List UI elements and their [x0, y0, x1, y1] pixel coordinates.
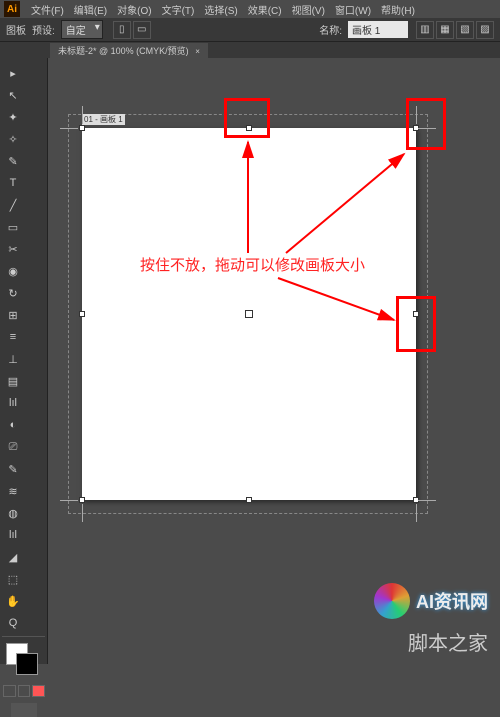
eyedropper-tool[interactable]: ✎	[3, 459, 23, 479]
menu-type[interactable]: 文字(T)	[157, 2, 200, 17]
menu-effect[interactable]: 效果(C)	[243, 2, 287, 17]
main-area: ▸ ↖ ✦ ✧ ✎ T ╱ ▭ ✂ ◉ ↻ ⊞ ≡ ⊥ ▤ lıl ◐ ⎚ ✎ …	[0, 58, 500, 664]
menu-object[interactable]: 对象(O)	[112, 2, 156, 17]
draw-inside-icon[interactable]	[32, 685, 45, 697]
type-tool[interactable]: T	[3, 173, 23, 193]
rotate-tool[interactable]: ↻	[3, 283, 23, 303]
options-icon-2[interactable]: ▦	[436, 21, 454, 39]
resize-handle-bc[interactable]	[246, 497, 252, 503]
scissors-tool[interactable]: ✂	[3, 239, 23, 259]
menu-file[interactable]: 文件(F)	[26, 2, 69, 17]
tab-bar: 未标题-2* @ 100% (CMYK/预览) ×	[0, 42, 500, 58]
scale-tool[interactable]: ⊞	[3, 305, 23, 325]
line-tool[interactable]: ╱	[3, 195, 23, 215]
watermark-ai: AI资讯网	[374, 583, 488, 619]
watermark-text: AI资讯网	[416, 588, 488, 614]
app-icon: Ai	[4, 1, 20, 17]
crop-mark	[418, 500, 436, 501]
watermark-logo-icon	[374, 583, 410, 619]
orientation-portrait-icon[interactable]: ▯	[113, 21, 131, 39]
draw-normal-icon[interactable]	[3, 685, 16, 697]
draw-mode-icons	[2, 685, 46, 697]
annotation-highlight-top-handle	[224, 98, 270, 138]
artboard-center-mark[interactable]	[245, 310, 253, 318]
menu-view[interactable]: 视图(V)	[287, 2, 330, 17]
color-swatches	[2, 643, 45, 683]
control-bar: 图板 预设: 自定 ▯ ▭ 名称: 画板 1 ▥ ▦ ▧ ▨	[0, 18, 500, 42]
menu-window[interactable]: 窗口(W)	[330, 2, 376, 17]
column-graph-tool[interactable]: lıl	[3, 393, 23, 413]
crop-mark	[416, 504, 417, 522]
tab-close-icon[interactable]: ×	[195, 47, 200, 56]
rect-tool[interactable]: ▭	[3, 217, 23, 237]
resize-handle-tl[interactable]	[79, 125, 85, 131]
zoom-tool[interactable]: Q	[3, 613, 23, 633]
watermark-jb51: 脚本之家	[408, 627, 488, 656]
options-icon-3[interactable]: ▧	[456, 21, 474, 39]
toolbox: ▸ ↖ ✦ ✧ ✎ T ╱ ▭ ✂ ◉ ↻ ⊞ ≡ ⊥ ▤ lıl ◐ ⎚ ✎ …	[0, 58, 48, 664]
graph-tool[interactable]: lıl	[3, 525, 23, 545]
slice-tool[interactable]: ⬚	[3, 569, 23, 589]
menu-select[interactable]: 选择(S)	[199, 2, 242, 17]
menu-edit[interactable]: 编辑(E)	[69, 2, 112, 17]
artboard-tool[interactable]: ◢	[3, 547, 23, 567]
selection-tool[interactable]: ▸	[3, 63, 23, 83]
crop-mark	[82, 106, 83, 124]
name-label: 名称:	[319, 22, 342, 37]
separator	[2, 636, 45, 637]
symbol-sprayer-tool[interactable]: ◍	[3, 503, 23, 523]
artboard-bounds: 01 - 画板 1	[68, 114, 428, 514]
crop-mark	[60, 500, 78, 501]
crop-mark	[82, 504, 83, 522]
screen-mode-toggle[interactable]	[11, 703, 37, 717]
lasso-tool[interactable]: ✧	[3, 129, 23, 149]
preset-label: 预设:	[32, 22, 55, 37]
artboard-name-input[interactable]: 画板 1	[348, 21, 408, 38]
free-transform-tool[interactable]: ⊥	[3, 349, 23, 369]
artboard-mode-label: 图板	[6, 22, 26, 37]
artboard-label: 01 - 画板 1	[82, 114, 125, 125]
annotation-text: 按住不放，拖动可以修改画板大小	[140, 254, 365, 275]
options-icon[interactable]: ▥	[416, 21, 434, 39]
orientation-landscape-icon[interactable]: ▭	[133, 21, 151, 39]
width-tool[interactable]: ≡	[3, 327, 23, 347]
ellipse-tool[interactable]: ◉	[3, 261, 23, 281]
options-icon-4[interactable]: ▨	[476, 21, 494, 39]
hand-tool[interactable]: ✋	[3, 591, 23, 611]
mesh-tool[interactable]: ◐	[3, 415, 23, 435]
pen-tool[interactable]: ✎	[3, 151, 23, 171]
draw-behind-icon[interactable]	[18, 685, 31, 697]
magic-wand-tool[interactable]: ✦	[3, 107, 23, 127]
menubar: Ai 文件(F) 编辑(E) 对象(O) 文字(T) 选择(S) 效果(C) 视…	[0, 0, 500, 18]
direct-selection-tool[interactable]: ↖	[3, 85, 23, 105]
resize-handle-ml[interactable]	[79, 311, 85, 317]
document-tab[interactable]: 未标题-2* @ 100% (CMYK/预览) ×	[50, 43, 208, 58]
preset-dropdown[interactable]: 自定	[61, 20, 103, 39]
resize-handle-bl[interactable]	[79, 497, 85, 503]
canvas-area[interactable]: 01 - 画板 1 按住不放，拖动可以修改画板大小	[48, 58, 500, 664]
shape-builder-tool[interactable]: ▤	[3, 371, 23, 391]
tab-title: 未标题-2* @ 100% (CMYK/预览)	[58, 46, 189, 56]
stroke-color-swatch[interactable]	[16, 653, 38, 675]
menu-help[interactable]: 帮助(H)	[376, 2, 420, 17]
gradient-tool[interactable]: ⎚	[3, 437, 23, 457]
annotation-highlight-right-handle	[396, 296, 436, 352]
blend-tool[interactable]: ≋	[3, 481, 23, 501]
annotation-highlight-top-right-handle	[406, 98, 446, 150]
crop-mark	[60, 128, 78, 129]
